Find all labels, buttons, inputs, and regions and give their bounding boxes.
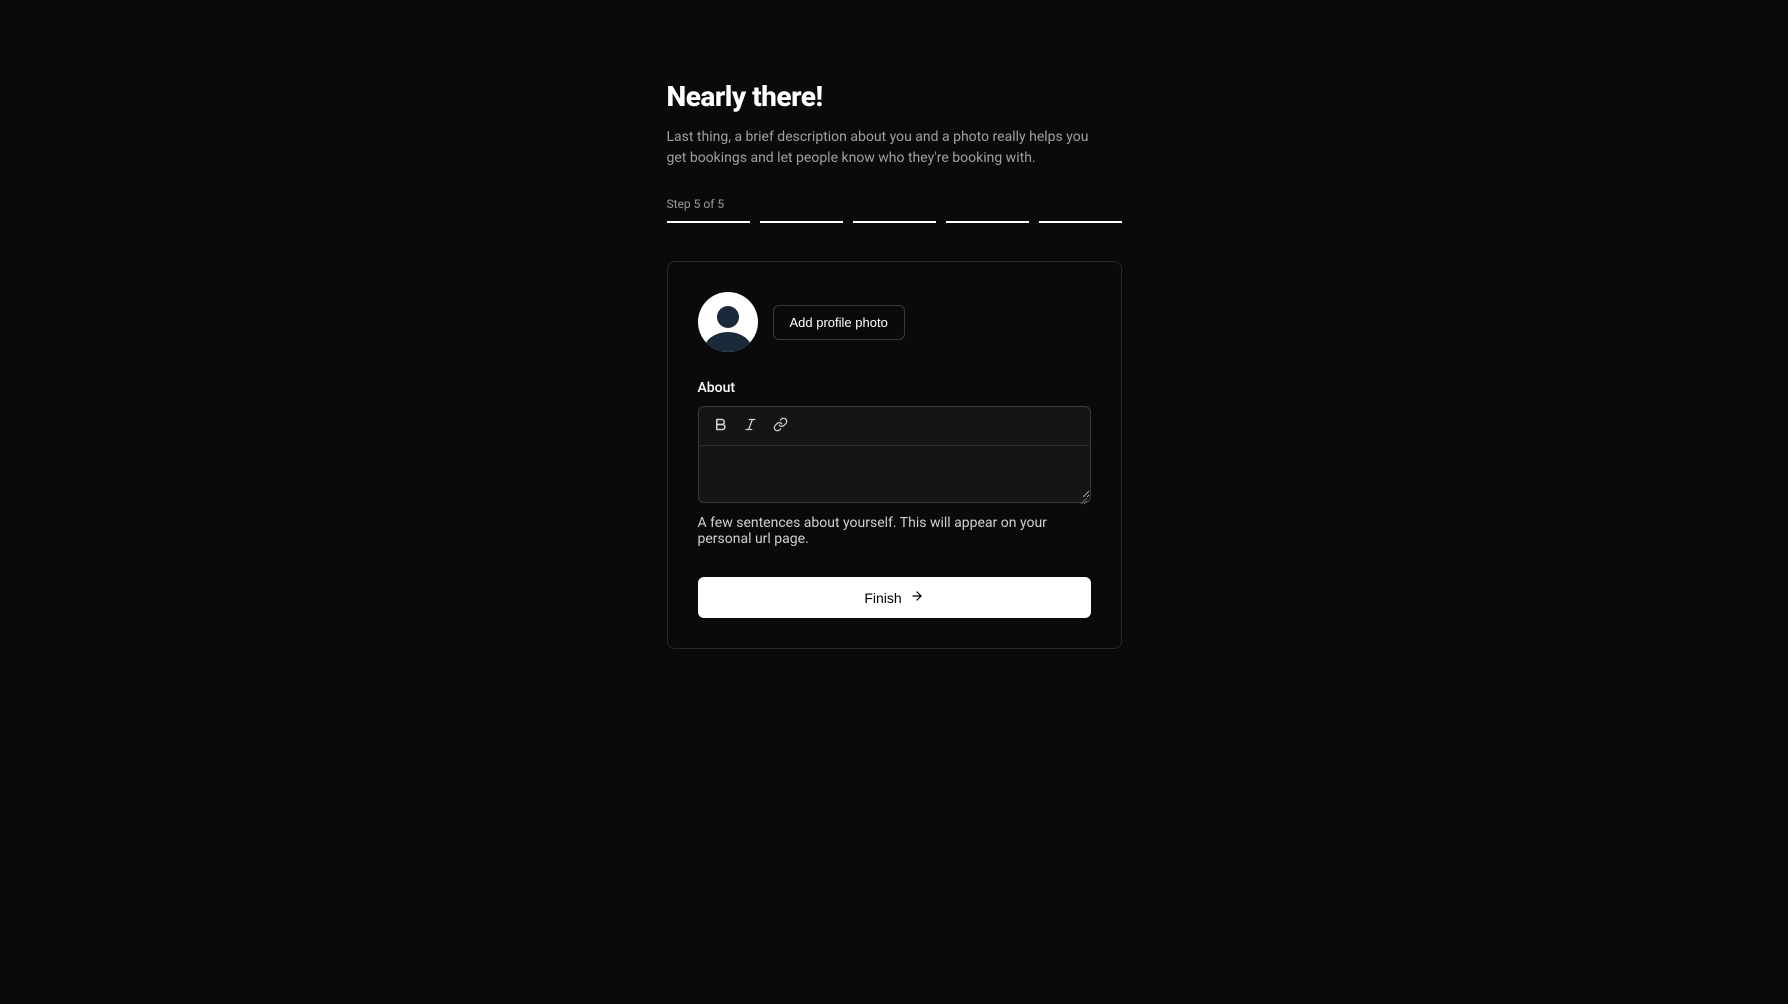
page-subtitle: Last thing, a brief description about yo… bbox=[667, 127, 1097, 169]
avatar-body-shape bbox=[704, 332, 752, 352]
avatar-head-shape bbox=[717, 306, 739, 328]
progress-step-3 bbox=[853, 221, 936, 223]
about-label: About bbox=[698, 380, 1091, 396]
onboarding-container: Nearly there! Last thing, a brief descri… bbox=[667, 80, 1122, 1004]
progress-step-1 bbox=[667, 221, 750, 223]
link-icon bbox=[773, 417, 788, 435]
avatar-placeholder bbox=[698, 292, 758, 352]
bold-icon bbox=[713, 417, 728, 435]
bold-button[interactable] bbox=[709, 414, 733, 438]
editor-toolbar bbox=[699, 407, 1090, 446]
about-editor bbox=[698, 406, 1091, 503]
progress-step-2 bbox=[760, 221, 843, 223]
add-profile-photo-button[interactable]: Add profile photo bbox=[773, 305, 905, 340]
about-helper-text: A few sentences about yourself. This wil… bbox=[698, 515, 1091, 547]
italic-icon bbox=[743, 417, 758, 435]
avatar-row: Add profile photo bbox=[698, 292, 1091, 352]
arrow-right-icon bbox=[910, 589, 924, 606]
progress-step-5 bbox=[1039, 221, 1122, 223]
finish-button-label: Finish bbox=[864, 590, 901, 606]
link-button[interactable] bbox=[769, 414, 793, 438]
progress-step-4 bbox=[946, 221, 1029, 223]
profile-card: Add profile photo About bbox=[667, 261, 1122, 649]
italic-button[interactable] bbox=[739, 414, 763, 438]
about-textarea[interactable] bbox=[699, 446, 1090, 498]
finish-button[interactable]: Finish bbox=[698, 577, 1091, 618]
step-label: Step 5 of 5 bbox=[667, 197, 1122, 211]
page-title: Nearly there! bbox=[667, 80, 1122, 113]
progress-steps bbox=[667, 221, 1122, 223]
